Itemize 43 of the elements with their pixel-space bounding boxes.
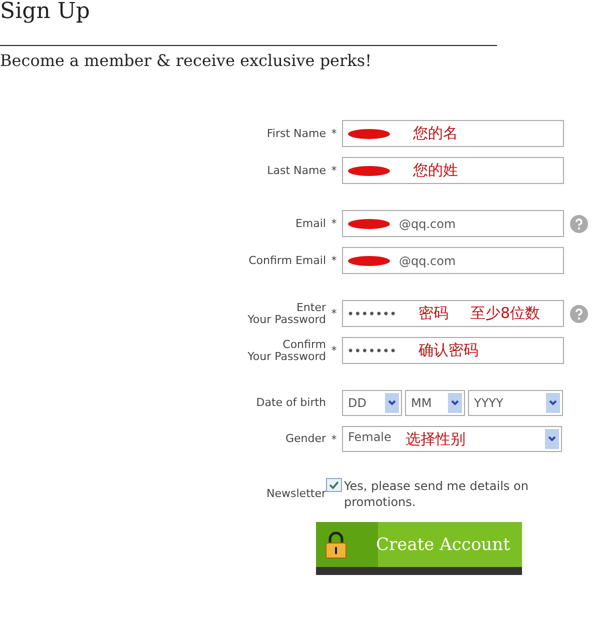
help-icon[interactable] [570, 304, 588, 322]
newsletter-checkbox[interactable] [326, 478, 342, 492]
dropdown-caret-icon [545, 429, 559, 449]
field-label: Confirm Email [248, 254, 326, 266]
dropdown-caret-icon [448, 393, 462, 413]
required-asterisk: * [330, 217, 338, 230]
page-title: Sign Up [0, 0, 91, 26]
required-asterisk: * [330, 432, 338, 446]
field-label: Confirm Your Password [246, 338, 326, 362]
select-field[interactable]: YYYY [468, 390, 563, 416]
select-field[interactable]: Female 选择性别 [342, 426, 562, 452]
input-field[interactable]: @qq.com [342, 210, 564, 237]
help-icon[interactable] [570, 214, 588, 232]
annotation: 您的名 [413, 124, 458, 143]
required-asterisk: * [330, 127, 338, 140]
annotation: 您的姓 [413, 161, 458, 180]
annotation: 确认密码 [418, 341, 479, 360]
checkbox-label: Yes, please send me details on promotions. [344, 478, 530, 510]
field-label: Email [294, 218, 326, 230]
field-label: First Name [266, 128, 326, 140]
input-field[interactable]: 您的名 [342, 120, 564, 147]
password-field[interactable]: ••••••• 密码 至少8位数 [342, 300, 564, 327]
field-label: Newsletter [266, 488, 326, 500]
field-label: Last Name [266, 164, 326, 176]
select-field[interactable]: DD [342, 390, 402, 416]
password-field[interactable]: ••••••• 确认密码 [342, 337, 564, 364]
select-field[interactable]: MM [405, 390, 465, 416]
input-field[interactable]: 您的姓 [342, 157, 564, 184]
dropdown-caret-icon [546, 393, 560, 413]
padlock-icon [324, 530, 348, 558]
field-label: Gender [284, 433, 326, 445]
required-asterisk: * [330, 307, 338, 320]
required-asterisk: * [330, 344, 338, 357]
field-label: Date of birth [255, 397, 326, 409]
required-asterisk: * [330, 164, 338, 177]
dropdown-caret-icon [385, 393, 399, 413]
annotation: 至少8位数 [470, 304, 540, 323]
field-label: Enter Your Password [246, 302, 326, 326]
annotation: 密码 [418, 304, 449, 323]
annotation: 选择性别 [405, 430, 466, 448]
input-field[interactable]: @qq.com [342, 247, 564, 274]
required-asterisk: * [330, 254, 338, 267]
subtitle: Become a member & receive exclusive perks! [0, 51, 373, 70]
